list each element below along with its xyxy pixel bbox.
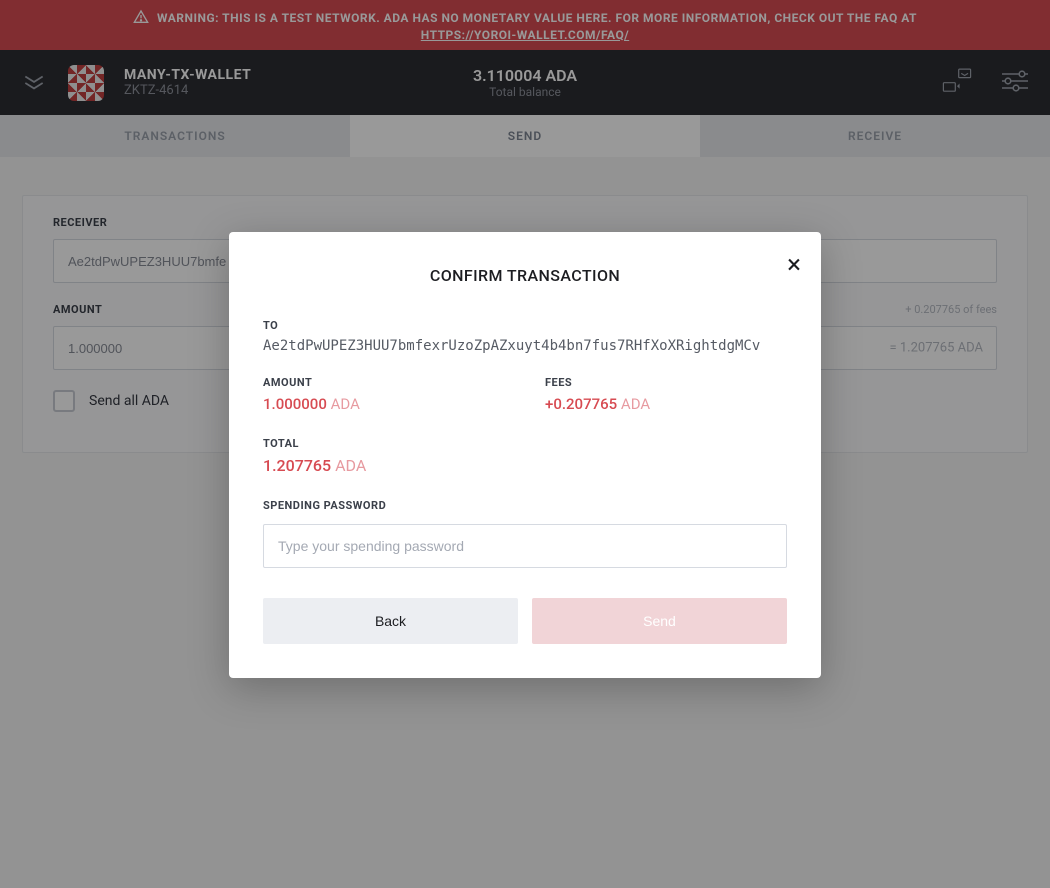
close-icon[interactable]: × xyxy=(787,252,801,278)
back-button[interactable]: Back xyxy=(263,598,518,644)
modal-total-value: 1.207765 ADA xyxy=(263,456,787,475)
modal-amount-value: 1.000000 ADA xyxy=(263,395,505,413)
to-address: Ae2tdPwUPEZ3HUU7bmfexrUzoZpAZxuyt4b4bn7f… xyxy=(263,338,787,354)
modal-amount-label: AMOUNT xyxy=(263,376,505,389)
spending-password-label: SPENDING PASSWORD xyxy=(263,499,787,512)
modal-title: CONFIRM TRANSACTION xyxy=(263,266,787,285)
modal-fees-label: FEES xyxy=(545,376,787,389)
spending-password-input[interactable] xyxy=(263,524,787,568)
to-label: TO xyxy=(263,319,787,332)
modal-fees-value: +0.207765 ADA xyxy=(545,395,787,413)
modal-total-label: TOTAL xyxy=(263,437,787,450)
send-button[interactable]: Send xyxy=(532,598,787,644)
confirm-transaction-modal: CONFIRM TRANSACTION × TO Ae2tdPwUPEZ3HUU… xyxy=(229,232,821,678)
